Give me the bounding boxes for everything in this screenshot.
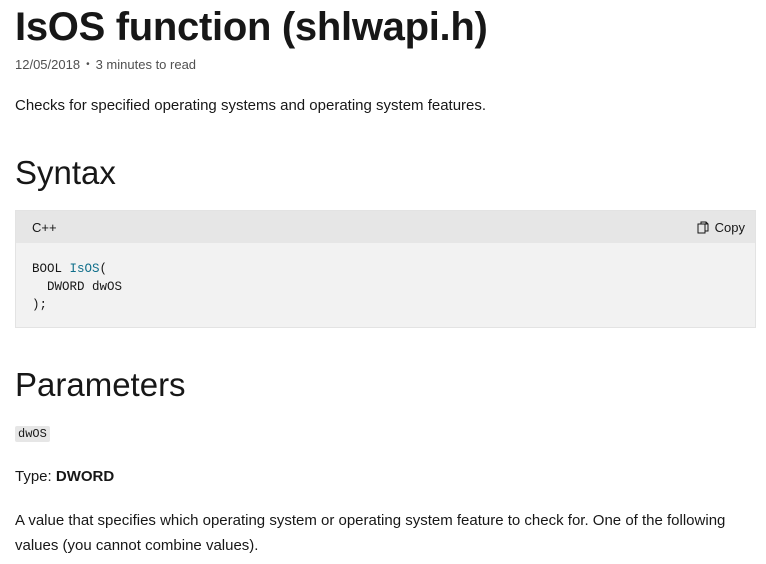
code-function-name: IsOS xyxy=(69,262,100,276)
code-keyword: BOOL xyxy=(32,262,70,276)
article-date: 12/05/2018 xyxy=(15,57,81,72)
meta-separator: • xyxy=(86,59,90,70)
param-type-label: Type: xyxy=(15,468,56,485)
param-description: A value that specifies which operating s… xyxy=(15,512,726,554)
article-meta: 12/05/2018 • 3 minutes to read xyxy=(15,57,196,72)
code-language-label: C++ xyxy=(32,219,57,235)
code-paren-open: ( xyxy=(99,262,108,276)
summary-text: Checks for specified operating systems a… xyxy=(15,97,487,114)
code-line-3: ); xyxy=(32,298,48,312)
code-header: C++ Copy xyxy=(16,211,755,243)
code-block: C++ Copy BOOL IsOS( DWORD dwOS ); xyxy=(15,210,756,328)
param-type-value: DWORD xyxy=(55,468,115,485)
param-type: Type: DWORD xyxy=(15,468,114,485)
page-title: IsOS function (shlwapi.h) xyxy=(15,5,488,49)
param-name: dwOS xyxy=(15,426,50,442)
copy-icon xyxy=(697,221,709,233)
code-line-2: DWORD dwOS xyxy=(32,280,123,294)
copy-button[interactable]: Copy xyxy=(697,220,745,235)
syntax-heading: Syntax xyxy=(15,154,116,191)
code-content: BOOL IsOS( DWORD dwOS ); xyxy=(16,243,755,314)
parameters-heading: Parameters xyxy=(15,366,186,403)
read-time: 3 minutes to read xyxy=(95,57,197,72)
code-line-1: BOOL IsOS( xyxy=(32,262,107,276)
doc-page: IsOS function (shlwapi.h) 12/05/2018 • 3… xyxy=(0,0,766,564)
copy-label: Copy xyxy=(714,219,745,235)
